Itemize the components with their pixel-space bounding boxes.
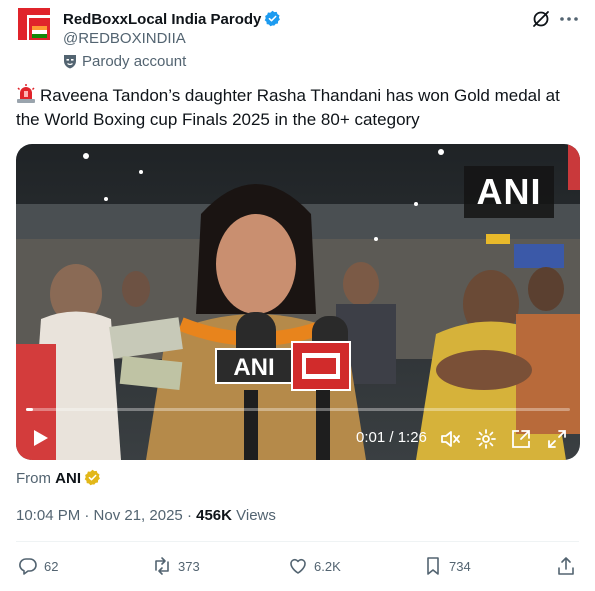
video-time: 0:01 / 1:26 xyxy=(356,429,427,446)
more-options-button[interactable] xyxy=(558,8,580,30)
gold-verified-badge-icon xyxy=(84,469,100,486)
bookmark-icon xyxy=(427,557,439,575)
like-count: 6.2K xyxy=(314,558,341,574)
reply-icon xyxy=(19,558,37,575)
video-player[interactable]: ANI ANI 0:01 / 1:26 xyxy=(16,144,580,460)
grok-button[interactable] xyxy=(530,8,552,30)
mute-button[interactable] xyxy=(440,428,462,450)
fullscreen-icon xyxy=(548,430,566,448)
settings-button[interactable] xyxy=(475,428,497,450)
bookmark-count: 734 xyxy=(449,558,471,574)
source-attribution: From ANI xyxy=(16,469,101,487)
display-name[interactable]: RedBoxxLocal India Parody xyxy=(63,10,281,28)
muted-speaker-icon xyxy=(441,431,460,447)
share-button[interactable] xyxy=(556,552,582,580)
source-prefix: From xyxy=(16,470,51,487)
fullscreen-button[interactable] xyxy=(546,428,568,450)
tweet-header: RedBoxxLocal India Parody @REDBOXINDIIA … xyxy=(16,6,580,70)
tweet-text: Raveena Tandon’s daughter Rasha Thandani… xyxy=(16,84,581,132)
more-icon xyxy=(560,17,578,21)
source-name[interactable]: ANI xyxy=(55,470,81,487)
parody-label-text: Parody account xyxy=(82,53,187,70)
bookmark-button[interactable]: 734 xyxy=(423,552,471,580)
video-progress-fill xyxy=(26,408,33,411)
mic-flag-ani: ANI xyxy=(233,354,274,381)
pip-button[interactable] xyxy=(510,428,532,450)
tweet-meta: 10:04 PM · Nov 21, 2025 · 456K Views xyxy=(16,507,276,524)
rotating-light-icon xyxy=(17,84,35,103)
heart-icon xyxy=(290,558,306,574)
reply-count: 62 xyxy=(44,558,59,574)
picture-in-picture-icon xyxy=(512,430,530,448)
username-handle[interactable]: @REDBOXINDIIA xyxy=(63,30,186,47)
tweet-body-text: Raveena Tandon’s daughter Rasha Thandani… xyxy=(16,86,560,129)
avatar[interactable] xyxy=(16,6,52,42)
parody-label: Parody account xyxy=(63,53,186,70)
reply-button[interactable]: 62 xyxy=(18,552,58,580)
play-icon xyxy=(34,430,48,446)
meta-separator: · xyxy=(186,507,192,524)
gear-icon xyxy=(476,429,496,449)
mask-icon xyxy=(64,55,76,69)
like-button[interactable]: 6.2K xyxy=(288,552,341,580)
verified-badge-icon xyxy=(265,10,281,27)
grok-icon xyxy=(533,11,549,27)
timestamp[interactable]: 10:04 PM · Nov 21, 2025 xyxy=(16,507,183,524)
repost-button[interactable]: 373 xyxy=(152,552,200,580)
play-button[interactable] xyxy=(30,428,50,448)
divider xyxy=(16,541,579,542)
video-progress-bar[interactable] xyxy=(26,408,570,411)
repost-count: 373 xyxy=(178,558,200,574)
display-name-text[interactable]: RedBoxxLocal India Parody xyxy=(63,11,261,28)
ani-watermark: ANI xyxy=(464,166,554,218)
repost-icon xyxy=(155,557,169,575)
views-label: Views xyxy=(236,507,276,524)
views-count: 456K xyxy=(196,507,232,524)
action-bar: 62 373 6.2K 734 xyxy=(16,552,580,580)
share-icon xyxy=(558,557,574,575)
